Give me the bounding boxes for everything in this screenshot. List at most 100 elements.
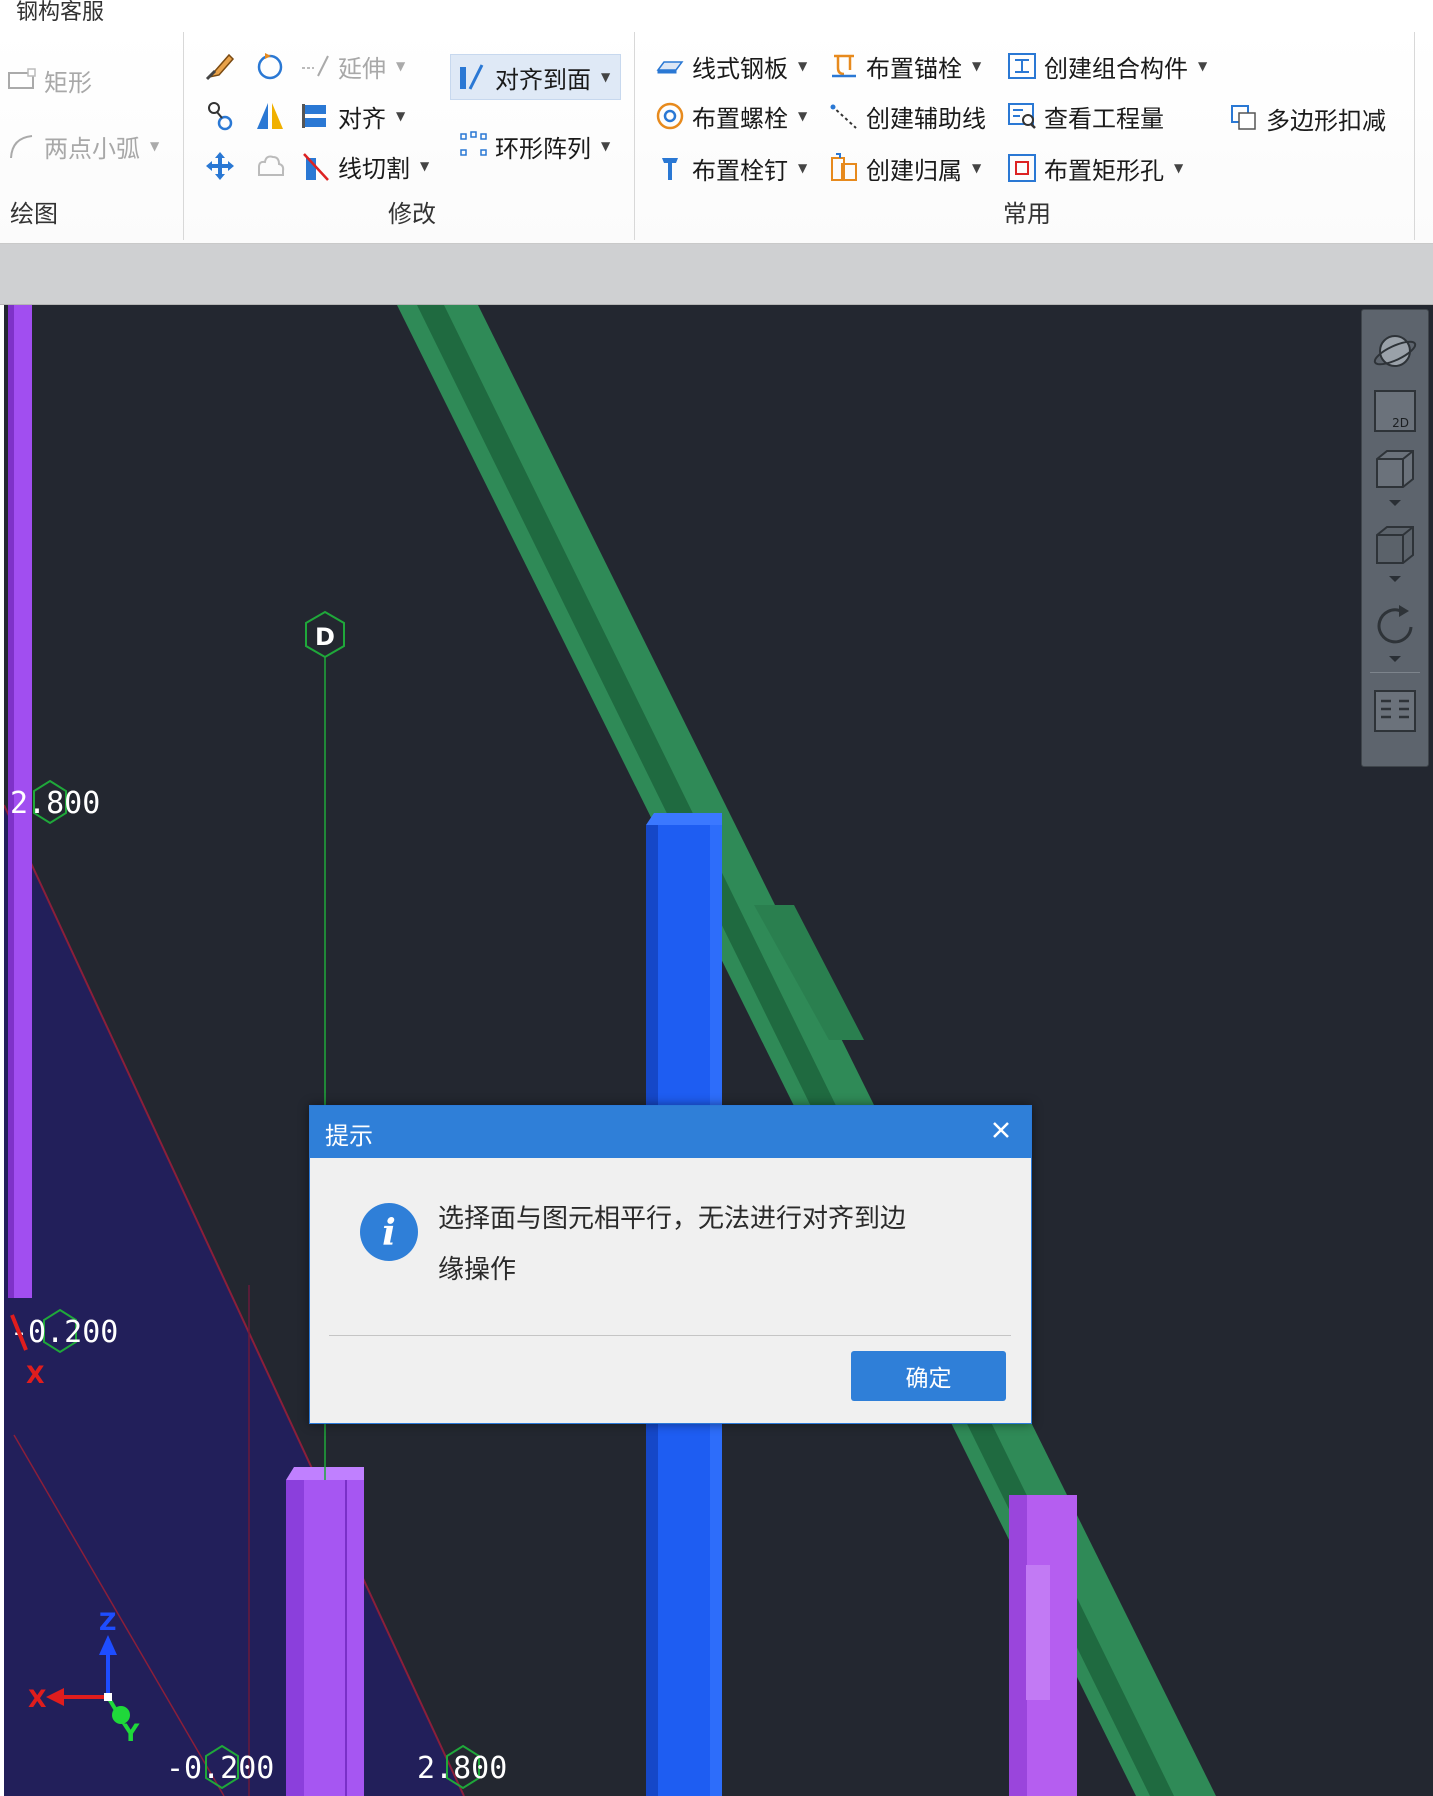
align-label: 对齐 bbox=[338, 104, 386, 133]
elevation-label-left-top: 2.800 bbox=[10, 786, 100, 821]
polygon-deduct-button[interactable]: 多边形扣减 bbox=[1226, 96, 1386, 140]
view-quantity-label: 查看工程量 bbox=[1044, 104, 1164, 133]
create-assembly-button[interactable]: 创建组合构件 ▼ bbox=[1004, 44, 1207, 88]
line-cut-icon bbox=[298, 148, 334, 184]
copy-button[interactable] bbox=[198, 94, 242, 138]
chevron-down-icon[interactable] bbox=[1389, 656, 1401, 662]
stud-icon bbox=[652, 150, 688, 186]
anchor-bolt-icon bbox=[826, 48, 862, 84]
3d-viewport[interactable]: D 2.800 -0.200 -0.200 2.800 X Z X Y 2D bbox=[4, 305, 1433, 1796]
rectangle-button[interactable]: 矩形 bbox=[4, 58, 92, 102]
layer-list-button[interactable] bbox=[1370, 686, 1420, 736]
blue-column-top bbox=[646, 813, 722, 825]
chevron-down-icon[interactable]: ▼ bbox=[1174, 161, 1183, 175]
title-bar: 钢构客服 bbox=[0, 0, 1433, 29]
view-3d-wire-button[interactable] bbox=[1370, 444, 1420, 494]
layer-list-icon bbox=[1374, 690, 1416, 732]
line-cut-label: 线切割 bbox=[338, 154, 410, 183]
close-icon bbox=[993, 1122, 1009, 1138]
orbit-icon bbox=[1373, 335, 1417, 367]
aux-line-icon bbox=[826, 98, 862, 134]
info-icon: i bbox=[360, 1203, 418, 1261]
scene-canvas[interactable]: D 2.800 -0.200 -0.200 2.800 X Z X Y bbox=[4, 305, 1433, 1796]
purple-column-right-edge bbox=[1009, 1495, 1027, 1796]
purple-plate bbox=[1026, 1565, 1050, 1700]
chevron-down-icon[interactable]: ▼ bbox=[420, 159, 429, 173]
dialog-header: 提示 bbox=[310, 1106, 1031, 1158]
bolt-label: 布置螺栓 bbox=[692, 104, 788, 133]
view-3d-solid-icon bbox=[1376, 526, 1414, 564]
red-x-label: X bbox=[26, 1361, 45, 1389]
stud-button[interactable]: 布置栓钉 ▼ bbox=[652, 146, 807, 190]
align-to-face-button[interactable]: 对齐到面 ▼ bbox=[450, 54, 622, 100]
ribbon: 矩形 两点小弧 ▼ 绘图 延伸 ▼ 对齐 ▼ 线切割 ▼ 对齐到面 ▼ 环形阵列… bbox=[0, 28, 1433, 244]
create-belonging-button[interactable]: 创建归属 ▼ bbox=[826, 146, 981, 190]
view-quantity-button[interactable]: 查看工程量 bbox=[1004, 94, 1164, 138]
dialog-divider bbox=[329, 1335, 1011, 1336]
polygon-deduct-label: 多边形扣减 bbox=[1266, 106, 1386, 135]
orbit-button[interactable] bbox=[1370, 326, 1420, 376]
assembly-icon bbox=[1004, 48, 1040, 84]
rotate-icon bbox=[1377, 605, 1413, 644]
aux-line-button[interactable]: 创建辅助线 bbox=[826, 94, 986, 138]
cloud-button[interactable] bbox=[248, 144, 292, 188]
ok-button[interactable]: 确定 bbox=[851, 1351, 1006, 1401]
elevation-label-left-mid: -0.200 bbox=[10, 1315, 118, 1350]
group-divider bbox=[1414, 32, 1415, 240]
dialog-message-line: 选择面与图元相平行，无法进行对齐到边 bbox=[438, 1204, 907, 1234]
rotate-view-button[interactable] bbox=[1370, 600, 1420, 650]
chevron-down-icon[interactable]: ▼ bbox=[150, 139, 159, 153]
view-3d-solid-button[interactable] bbox=[1370, 520, 1420, 570]
brush-button[interactable] bbox=[198, 44, 242, 88]
view-2d-label: 2D bbox=[1392, 416, 1409, 430]
line-cut-button[interactable]: 线切割 ▼ bbox=[298, 144, 429, 188]
chevron-down-icon[interactable]: ▼ bbox=[798, 161, 807, 175]
rect-hole-label: 布置矩形孔 bbox=[1044, 156, 1164, 185]
chevron-down-icon[interactable]: ▼ bbox=[972, 59, 981, 73]
ring-array-button[interactable]: 环形阵列 ▼ bbox=[455, 124, 610, 168]
chevron-down-icon[interactable]: ▼ bbox=[396, 109, 405, 123]
extend-icon bbox=[298, 48, 334, 84]
two-point-arc-button[interactable]: 两点小弧 ▼ bbox=[4, 124, 159, 168]
svg-text:i: i bbox=[382, 1212, 396, 1254]
rotate-button[interactable] bbox=[248, 44, 292, 88]
chevron-down-icon[interactable]: ▼ bbox=[601, 70, 610, 84]
view-2d-button[interactable]: 2D bbox=[1370, 386, 1420, 436]
polygon-deduct-icon bbox=[1226, 100, 1262, 136]
axis-d-label: D bbox=[315, 623, 335, 651]
line-plate-button[interactable]: 线式钢板 ▼ bbox=[652, 44, 807, 88]
elevation-label-bottom-right: 2.800 bbox=[417, 1751, 507, 1786]
close-button[interactable] bbox=[983, 1112, 1019, 1148]
chevron-down-icon[interactable]: ▼ bbox=[396, 59, 405, 73]
stud-label: 布置栓钉 bbox=[692, 156, 788, 185]
alert-dialog: 提示 i 选择面与图元相平行，无法进行对齐到边 缘操作 确定 bbox=[309, 1105, 1032, 1424]
toolbar-divider bbox=[1370, 672, 1420, 673]
extend-button[interactable]: 延伸 ▼ bbox=[298, 44, 405, 88]
chevron-down-icon[interactable]: ▼ bbox=[798, 109, 807, 123]
purple-column-bottom-edge bbox=[286, 1480, 304, 1796]
rotate-icon bbox=[257, 53, 283, 80]
mirror-button[interactable] bbox=[248, 94, 292, 138]
brush-icon bbox=[205, 53, 235, 81]
align-button[interactable]: 对齐 ▼ bbox=[298, 94, 405, 138]
anchor-bolt-button[interactable]: 布置锚栓 ▼ bbox=[826, 44, 981, 88]
gizmo-z-label: Z bbox=[99, 1608, 116, 1636]
group-divider bbox=[183, 32, 184, 240]
chevron-down-icon[interactable]: ▼ bbox=[1198, 59, 1207, 73]
view-3d-wire-icon bbox=[1376, 450, 1414, 488]
rect-hole-button[interactable]: 布置矩形孔 ▼ bbox=[1004, 146, 1183, 190]
chevron-down-icon[interactable] bbox=[1389, 500, 1401, 506]
chevron-down-icon[interactable]: ▼ bbox=[972, 161, 981, 175]
group-label-common: 常用 bbox=[1003, 200, 1051, 228]
window-title: 钢构客服 bbox=[16, 0, 105, 25]
chevron-down-icon[interactable] bbox=[1389, 576, 1401, 582]
gizmo-origin bbox=[104, 1693, 112, 1701]
chevron-down-icon[interactable]: ▼ bbox=[601, 139, 610, 153]
bolt-icon bbox=[652, 98, 688, 134]
move-button[interactable] bbox=[198, 144, 242, 188]
bolt-button[interactable]: 布置螺栓 ▼ bbox=[652, 94, 807, 138]
create-belonging-label: 创建归属 bbox=[866, 156, 962, 185]
view-2d-icon: 2D bbox=[1374, 390, 1416, 432]
chevron-down-icon[interactable]: ▼ bbox=[798, 59, 807, 73]
move-icon bbox=[206, 152, 234, 180]
